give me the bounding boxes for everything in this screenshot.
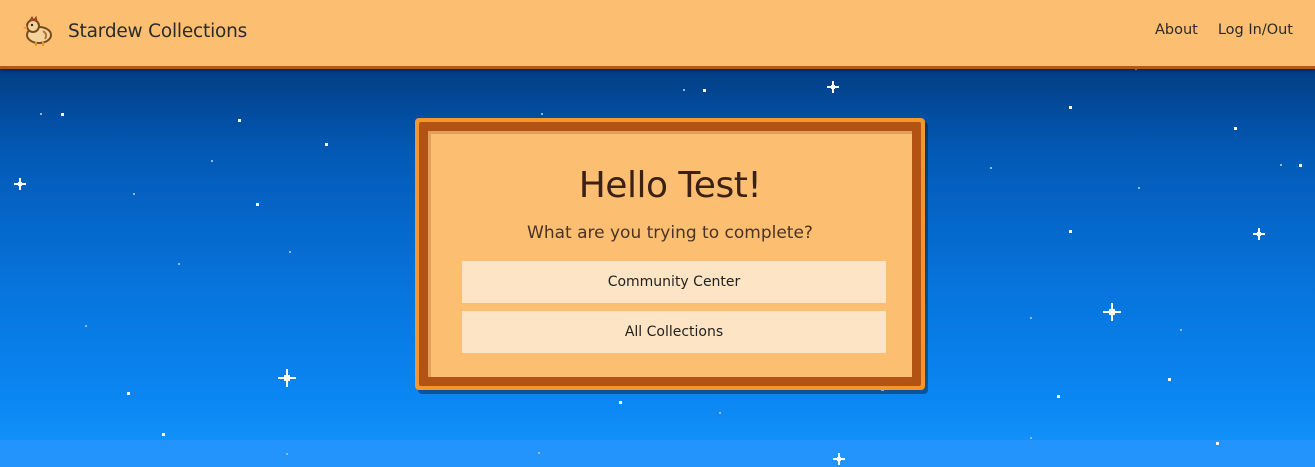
- brand-link[interactable]: Stardew Collections: [21, 14, 247, 48]
- top-navbar: Stardew Collections About Log In/Out: [0, 0, 1315, 69]
- welcome-card: Hello Test! What are you trying to compl…: [415, 118, 925, 390]
- app-title: Stardew Collections: [68, 20, 248, 42]
- completion-question: What are you trying to complete?: [527, 223, 813, 243]
- chicken-icon: [23, 15, 52, 46]
- card-border: Hello Test! What are you trying to compl…: [419, 122, 921, 386]
- greeting-heading: Hello Test!: [578, 165, 762, 206]
- nav-links: About Log In/Out: [1155, 22, 1293, 38]
- ground-strip: [0, 440, 1315, 467]
- community-center-button[interactable]: Community Center: [462, 261, 886, 303]
- nav-about-link[interactable]: About: [1155, 22, 1198, 38]
- nav-login-link[interactable]: Log In/Out: [1218, 22, 1293, 38]
- all-collections-button[interactable]: All Collections: [462, 311, 886, 353]
- card-content: Hello Test! What are you trying to compl…: [428, 131, 912, 377]
